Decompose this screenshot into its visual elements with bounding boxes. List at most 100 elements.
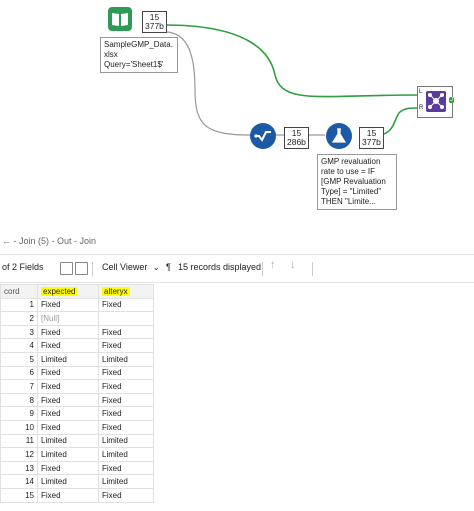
results-pane: ← - Join (5) - Out - Join of 2 Fields Ce… [0,228,474,511]
alteryx-cell[interactable]: Limited [98,351,154,367]
record-number-cell[interactable]: 10 [0,419,38,435]
table-row[interactable]: 7 Fixed Fixed [0,379,154,394]
select-record-badge: 15 286b [284,127,309,149]
toolbar-divider [92,262,93,276]
input-record-badge: 15 377b [142,11,167,33]
record-number-cell[interactable]: 2 [0,311,38,326]
column-header-expected[interactable]: expected [37,284,99,299]
arrow-down-icon[interactable]: ↓ [290,259,296,271]
expected-cell[interactable]: Fixed [37,338,99,353]
join-anchor-left[interactable]: L [419,89,422,95]
join-icon-bg [426,91,446,112]
expected-cell[interactable]: Fixed [37,297,99,313]
alteryx-cell[interactable]: Fixed [98,392,154,408]
alteryx-cell[interactable]: Fixed [98,365,154,381]
expected-cell[interactable]: Limited [37,351,99,367]
alteryx-cell[interactable]: Fixed [98,379,154,394]
results-table-wrap: cord expected alteryx 1 Fixed Fixed 2 [Null]… [0,284,154,503]
expected-cell[interactable]: Limited [37,447,99,462]
alteryx-cell[interactable]: Limited [98,433,154,449]
column-header-alteryx[interactable]: alteryx [98,284,154,299]
record-number-cell[interactable]: 4 [0,338,38,353]
alteryx-cell[interactable]: Fixed [98,487,154,503]
results-title: ← - Join (5) - Out - Join [0,228,474,255]
table-row[interactable]: 15 Fixed Fixed [0,487,154,503]
checkmark-flow-icon [254,131,271,142]
alteryx-cell[interactable]: Limited [98,447,154,462]
toolbar-divider [312,262,313,276]
input-annotation: SampleGMP_Data. xlsx Query='Sheet1$' [100,37,178,73]
fields-count-label[interactable]: of 2 Fields [2,262,44,272]
cell-viewer-label: Cell Viewer [102,262,148,272]
record-number-cell[interactable]: 8 [0,392,38,408]
alteryx-cell[interactable]: Fixed [98,460,154,476]
alteryx-cell[interactable] [98,311,154,326]
record-number-cell[interactable]: 13 [0,460,38,476]
record-number-cell[interactable]: 7 [0,379,38,394]
table-row[interactable]: 3 Fixed Fixed [0,324,154,340]
arrow-up-icon[interactable]: ↑ [270,259,276,271]
select-tool[interactable] [250,123,276,149]
book-icon [112,13,128,26]
highlighted-label: expected [41,286,78,296]
table-row[interactable]: 14 Limited Limited [0,474,154,489]
pilcrow-icon[interactable]: ¶ [166,262,171,272]
table-row[interactable]: 10 Fixed Fixed [0,419,154,435]
table-row[interactable]: 5 Limited Limited [0,351,154,367]
alteryx-cell[interactable]: Fixed [98,297,154,313]
workflow-canvas[interactable]: 15 377b SampleGMP_Data. xlsx Query='Shee… [0,0,474,228]
expected-cell[interactable]: Limited [37,474,99,489]
results-toolbar: of 2 Fields Cell Viewer ⌄ ¶ 15 records d… [0,256,474,283]
toolbar-divider [262,262,263,276]
table-row[interactable]: 4 Fixed Fixed [0,338,154,353]
connection-wires [164,24,419,136]
expected-cell[interactable]: Limited [37,433,99,449]
expected-cell[interactable]: [Null] [37,311,99,326]
expected-cell[interactable]: Fixed [37,392,99,408]
table-row[interactable]: 8 Fixed Fixed [0,392,154,408]
alteryx-cell[interactable]: Fixed [98,324,154,340]
expected-cell[interactable]: Fixed [37,406,99,421]
table-row[interactable]: 12 Limited Limited [0,447,154,462]
table-row[interactable]: 2 [Null] [0,311,154,326]
alteryx-cell[interactable]: Fixed [98,406,154,421]
table-row[interactable]: 1 Fixed Fixed [0,297,154,313]
join-anchor-j[interactable]: J [449,97,454,103]
record-number-cell[interactable]: 3 [0,324,38,340]
formula-annotation: GMP revaluation rate to use = IF [GMP Re… [317,154,397,210]
expected-cell[interactable]: Fixed [37,487,99,503]
record-number-cell[interactable]: 6 [0,365,38,381]
expected-cell[interactable]: Fixed [37,379,99,394]
alteryx-cell[interactable]: Limited [98,474,154,489]
column-header-record[interactable]: cord [0,284,38,299]
record-number-cell[interactable]: 9 [0,406,38,421]
record-number-cell[interactable]: 12 [0,447,38,462]
field-select-icon[interactable] [75,262,88,275]
table-row[interactable]: 9 Fixed Fixed [0,406,154,421]
record-number-cell[interactable]: 14 [0,474,38,489]
record-number-cell[interactable]: 15 [0,487,38,503]
join-tool[interactable]: L R J [417,86,454,118]
input-data-tool[interactable] [108,7,132,31]
expected-cell[interactable]: Fixed [37,419,99,435]
flask-icon [331,128,347,143]
cell-viewer-button[interactable]: Cell Viewer ⌄ [102,262,160,272]
table-row[interactable]: 13 Fixed Fixed [0,460,154,476]
wire-formula-to-join-right [377,107,419,136]
formula-record-badge: 15 377b [359,127,384,149]
formula-tool[interactable] [326,123,352,149]
expected-cell[interactable]: Fixed [37,365,99,381]
record-number-cell[interactable]: 1 [0,297,38,313]
expected-cell[interactable]: Fixed [37,324,99,340]
alteryx-cell[interactable]: Fixed [98,419,154,435]
record-number-cell[interactable]: 5 [0,351,38,367]
record-number-cell[interactable]: 11 [0,433,38,449]
expected-cell[interactable]: Fixed [37,460,99,476]
join-anchor-right[interactable]: R [419,105,423,111]
table-row[interactable]: 11 Limited Limited [0,433,154,449]
table-row[interactable]: 6 Fixed Fixed [0,365,154,381]
field-config-icon[interactable] [60,262,73,275]
wire-input-to-join-left [164,24,419,98]
table-header-row: cord expected alteryx [0,284,154,299]
alteryx-cell[interactable]: Fixed [98,338,154,353]
